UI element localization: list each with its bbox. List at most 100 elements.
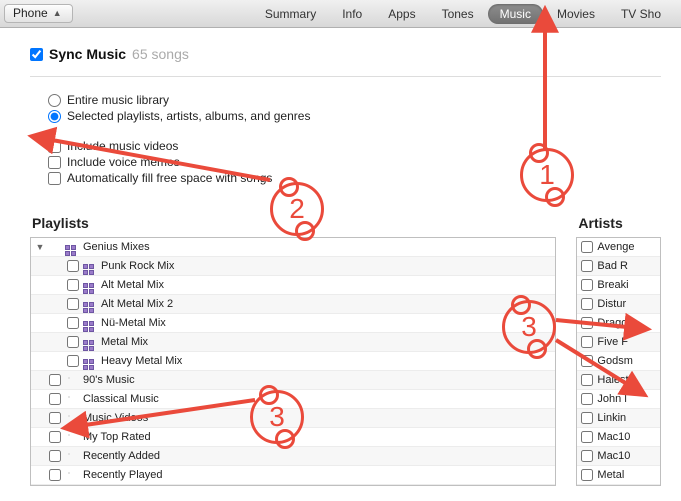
playlist-label: Punk Rock Mix: [101, 260, 174, 272]
playlist-label: Nü-Metal Mix: [101, 317, 166, 329]
artist-row[interactable]: Linkin: [577, 409, 660, 428]
artist-row[interactable]: Avenge: [577, 238, 660, 257]
radio-entire-label: Entire music library: [67, 93, 169, 107]
radio-selected-input[interactable]: [48, 110, 61, 123]
check-include-videos-input[interactable]: [48, 140, 61, 153]
artist-checkbox[interactable]: [581, 469, 593, 481]
artist-row[interactable]: John l: [577, 390, 660, 409]
playlist-row[interactable]: Classical Music: [31, 390, 555, 409]
artist-row[interactable]: Halest: [577, 371, 660, 390]
playlist-checkbox[interactable]: [67, 298, 79, 310]
playlists-section: Playlists ▼Genius MixesPunk Rock MixAlt …: [30, 215, 556, 486]
playlist-row[interactable]: Recently Added: [31, 447, 555, 466]
sync-header: Sync Music 65 songs: [30, 46, 661, 62]
artist-checkbox[interactable]: [581, 260, 593, 272]
content-area: Sync Music 65 songs Entire music library…: [0, 28, 681, 486]
playlist-checkbox[interactable]: [67, 355, 79, 367]
playlist-label: Classical Music: [83, 393, 159, 405]
radio-entire-library[interactable]: Entire music library: [48, 93, 661, 107]
playlist-row[interactable]: Recently Played: [31, 466, 555, 485]
playlist-checkbox[interactable]: [49, 450, 61, 462]
artist-checkbox[interactable]: [581, 431, 593, 443]
playlist-row[interactable]: Music Videos: [31, 409, 555, 428]
artist-checkbox[interactable]: [581, 298, 593, 310]
playlist-checkbox[interactable]: [67, 260, 79, 272]
playlist-checkbox[interactable]: [67, 317, 79, 329]
sort-ascending-icon: ▲: [53, 8, 62, 18]
artist-row[interactable]: Drago: [577, 314, 660, 333]
sync-options: Entire music library Selected playlists,…: [30, 76, 661, 185]
check-include-videos[interactable]: Include music videos: [48, 139, 661, 153]
artist-row[interactable]: Bad R: [577, 257, 660, 276]
playlist-row[interactable]: Metal Mix: [31, 333, 555, 352]
sync-music-checkbox[interactable]: [30, 48, 43, 61]
artist-label: Mac10: [597, 450, 630, 462]
artist-checkbox[interactable]: [581, 355, 593, 367]
tab-info[interactable]: Info: [330, 4, 374, 24]
check-include-voice[interactable]: Include voice memos: [48, 155, 661, 169]
artist-row[interactable]: Mac10: [577, 447, 660, 466]
artist-row[interactable]: Mac10: [577, 428, 660, 447]
playlist-row[interactable]: Punk Rock Mix: [31, 257, 555, 276]
tab-bar: Summary Info Apps Tones Music Movies TV …: [253, 4, 673, 24]
playlist-row[interactable]: Nü-Metal Mix: [31, 314, 555, 333]
playlist-label: Metal Mix: [101, 336, 148, 348]
genius-mix-icon: [65, 241, 79, 253]
artist-row[interactable]: Five F: [577, 333, 660, 352]
playlist-row[interactable]: ▼ Genius Mixes: [31, 238, 555, 257]
tab-summary[interactable]: Summary: [253, 4, 328, 24]
artist-label: John l: [597, 393, 626, 405]
playlist-row[interactable]: 90's Music: [31, 371, 555, 390]
artist-label: Avenge: [597, 241, 634, 253]
device-selector[interactable]: Phone ▲: [4, 4, 73, 23]
artist-label: Mac10: [597, 431, 630, 443]
playlist-row[interactable]: My Top Rated: [31, 428, 555, 447]
lists-area: Playlists ▼Genius MixesPunk Rock MixAlt …: [30, 215, 661, 486]
playlist-checkbox[interactable]: [67, 336, 79, 348]
artist-row[interactable]: Metal: [577, 466, 660, 485]
artists-listbox[interactable]: Avenge Bad R Breaki DisturDragoFive FGodsmH…: [576, 237, 661, 486]
disclosure-icon[interactable]: ▼: [35, 242, 45, 252]
artist-row[interactable]: Distur: [577, 295, 660, 314]
artist-checkbox[interactable]: [581, 374, 593, 386]
artist-checkbox[interactable]: [581, 412, 593, 424]
playlist-checkbox[interactable]: [49, 469, 61, 481]
tab-music[interactable]: Music: [488, 4, 543, 24]
playlist-label: Recently Added: [83, 450, 160, 462]
check-autofill-input[interactable]: [48, 172, 61, 185]
playlist-checkbox[interactable]: [67, 279, 79, 291]
artist-checkbox[interactable]: [581, 317, 593, 329]
artist-checkbox[interactable]: [581, 393, 593, 405]
playlist-checkbox[interactable]: [49, 431, 61, 443]
artist-row[interactable]: Breaki: [577, 276, 660, 295]
genius-mix-icon: [83, 298, 97, 310]
check-include-voice-input[interactable]: [48, 156, 61, 169]
playlists-listbox[interactable]: ▼ Genius Mixes Punk Rock Mix Alt Metal MixA…: [30, 237, 556, 486]
smart-playlist-gear-icon: [65, 431, 79, 443]
playlist-checkbox[interactable]: [49, 374, 61, 386]
playlist-row[interactable]: Alt Metal Mix: [31, 276, 555, 295]
playlist-checkbox[interactable]: [49, 393, 61, 405]
artist-row[interactable]: Godsm: [577, 352, 660, 371]
artist-checkbox[interactable]: [581, 241, 593, 253]
tab-tvshows[interactable]: TV Sho: [609, 4, 673, 24]
playlist-checkbox[interactable]: [49, 412, 61, 424]
artist-checkbox[interactable]: [581, 336, 593, 348]
artist-checkbox[interactable]: [581, 450, 593, 462]
genius-mix-icon: [83, 336, 97, 348]
artist-checkbox[interactable]: [581, 279, 593, 291]
radio-selected-playlists[interactable]: Selected playlists, artists, albums, and…: [48, 109, 661, 123]
playlist-label: Music Videos: [83, 412, 148, 424]
radio-entire-input[interactable]: [48, 94, 61, 107]
check-autofill[interactable]: Automatically fill free space with songs: [48, 171, 661, 185]
tab-movies[interactable]: Movies: [545, 4, 607, 24]
genius-mix-icon: [83, 355, 97, 367]
tab-tones[interactable]: Tones: [430, 4, 486, 24]
tab-apps[interactable]: Apps: [376, 4, 427, 24]
check-videos-label: Include music videos: [67, 139, 178, 153]
playlist-label: Genius Mixes: [83, 241, 150, 253]
radio-selected-label: Selected playlists, artists, albums, and…: [67, 109, 310, 123]
playlist-row[interactable]: Heavy Metal Mix: [31, 352, 555, 371]
playlist-row[interactable]: Alt Metal Mix 2: [31, 295, 555, 314]
artist-label: Breaki: [597, 279, 628, 291]
